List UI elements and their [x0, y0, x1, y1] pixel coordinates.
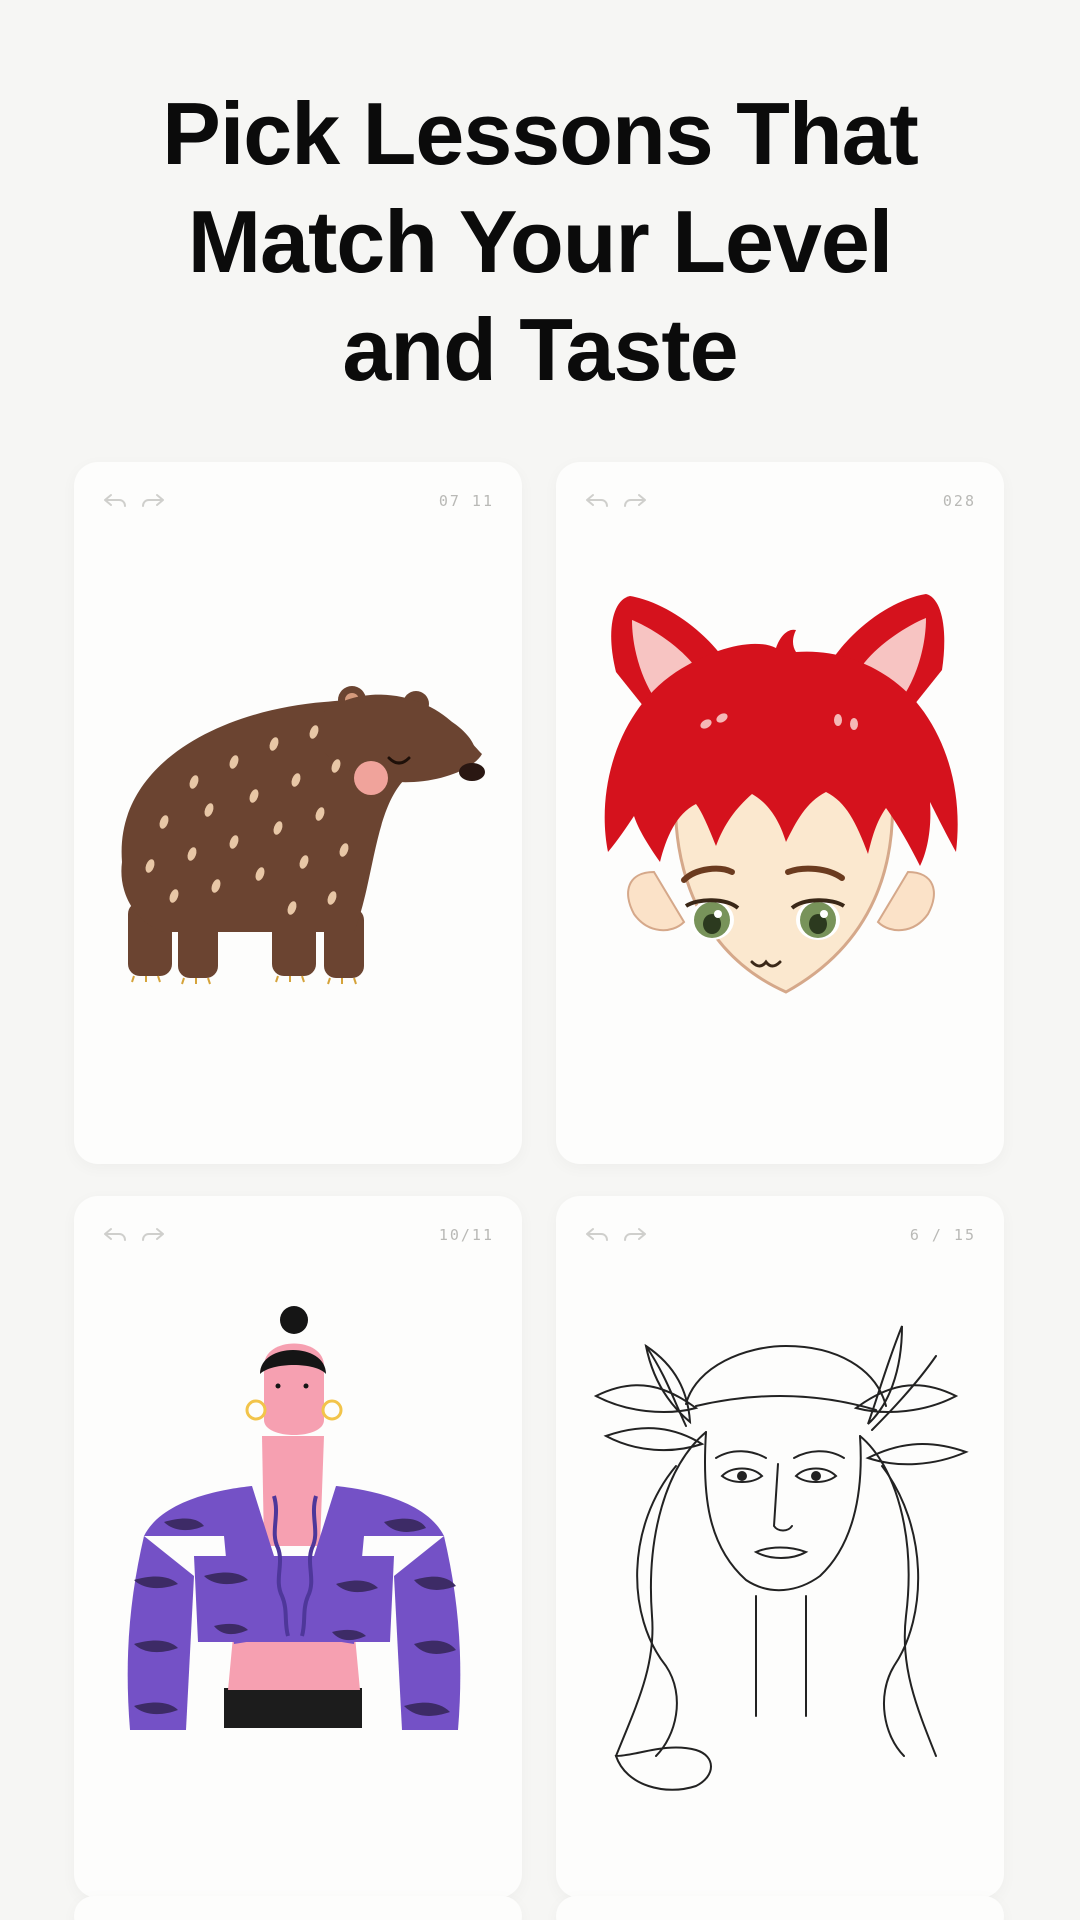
undo-icon[interactable] [102, 1225, 128, 1245]
undo-icon[interactable] [102, 491, 128, 511]
fox-boy-illustration [604, 594, 958, 994]
lesson-card-partial-left[interactable] [74, 1896, 522, 1920]
undo-icon[interactable] [584, 491, 610, 511]
line-face-illustration [593, 1325, 969, 1791]
redo-icon[interactable] [622, 491, 648, 511]
lesson-card-bear[interactable]: 07 11 [74, 462, 522, 1164]
card-toolbar: 6 / 15 [584, 1220, 976, 1250]
lesson-card-line-face[interactable]: 6 / 15 [556, 1196, 1004, 1898]
woman-illustration [127, 1306, 461, 1730]
lesson-card-woman[interactable]: 10/11 [74, 1196, 522, 1898]
lesson-card-partial-right[interactable] [556, 1896, 1004, 1920]
headline-line-1: Pick Lessons That [162, 84, 919, 183]
card-toolbar: 07 11 [102, 486, 494, 516]
redo-icon[interactable] [140, 1225, 166, 1245]
step-counter: 07 11 [438, 492, 494, 510]
headline-line-3: and Taste [342, 300, 738, 399]
redo-icon[interactable] [140, 491, 166, 511]
redo-icon[interactable] [622, 1225, 648, 1245]
step-counter: 028 [942, 492, 976, 510]
undo-icon[interactable] [584, 1225, 610, 1245]
headline: Pick Lessons That Match Your Level and T… [0, 80, 1080, 404]
step-counter: 10/11 [438, 1226, 494, 1244]
card-toolbar: 028 [584, 486, 976, 516]
lessons-screen: Pick Lessons That Match Your Level and T… [0, 0, 1080, 1920]
lesson-card-fox-boy[interactable]: 028 [556, 462, 1004, 1164]
card-toolbar: 10/11 [102, 1220, 494, 1250]
step-counter: 6 / 15 [909, 1226, 976, 1244]
bear-illustration [121, 686, 485, 985]
headline-line-2: Match Your Level [187, 192, 894, 291]
